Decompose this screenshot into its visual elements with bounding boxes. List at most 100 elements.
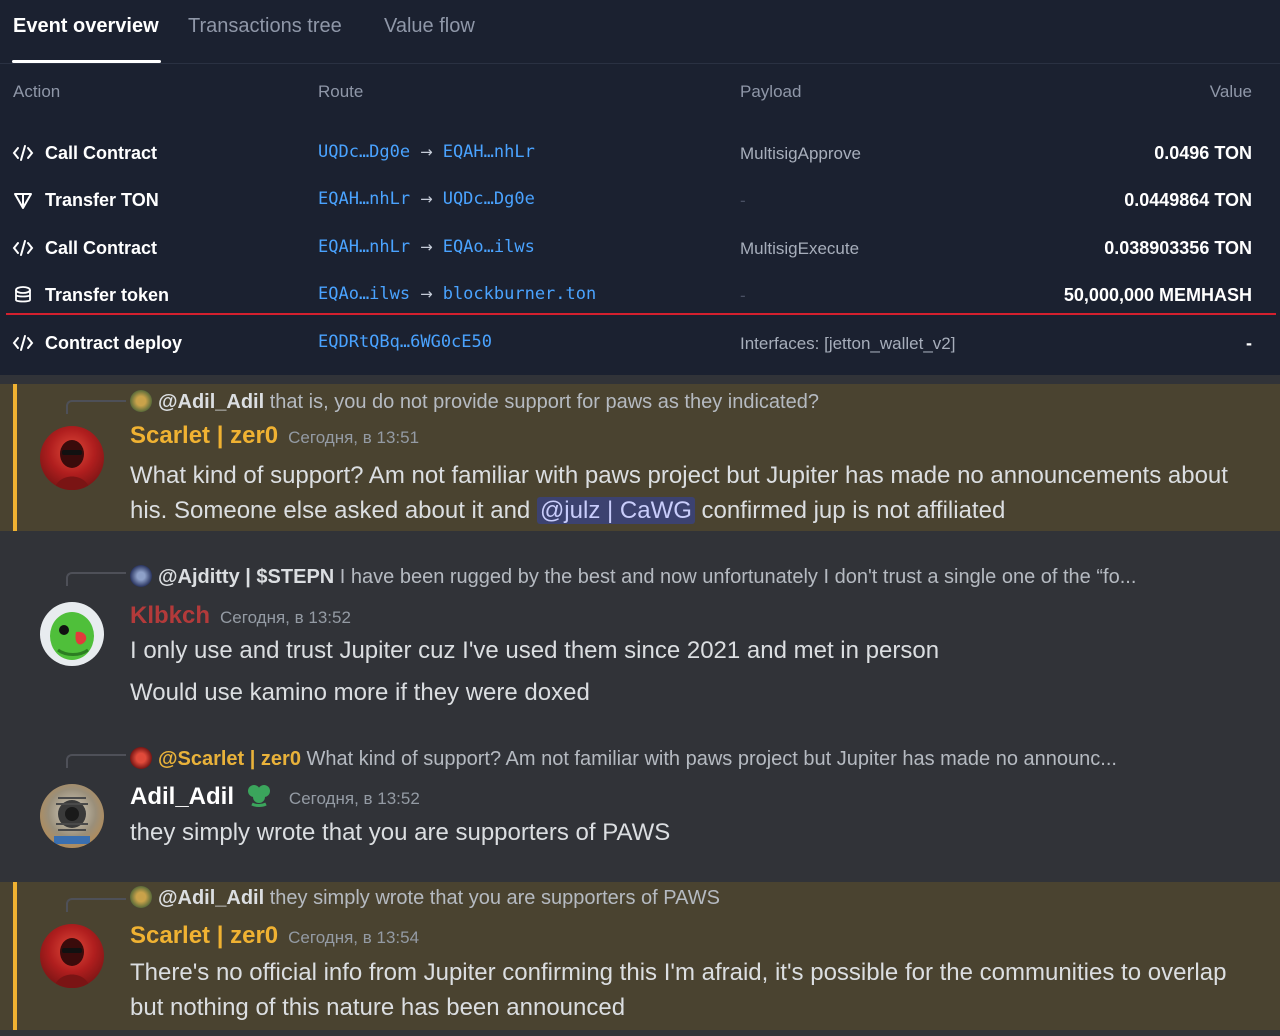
chat-message[interactable]: @Scarlet | zer0 What kind of support? Am… (0, 742, 1280, 862)
route-from-address[interactable]: EQDRtQBq…6WG0cE50 (318, 332, 492, 352)
message-text: What kind of support? Am not familiar wi… (130, 458, 1240, 528)
avatar[interactable] (40, 602, 104, 666)
active-tab-indicator (12, 60, 161, 63)
code-icon (12, 240, 34, 256)
tab-event-overview[interactable]: Event overview (13, 15, 159, 38)
route-to-address[interactable]: UQDc…Dg0e (443, 189, 535, 209)
message-text-part: confirmed jup is not affiliated (694, 497, 1006, 524)
value-amount: - (1246, 333, 1252, 353)
reply-text: they simply wrote that you are supporter… (269, 887, 720, 909)
action-label: Call Contract (45, 238, 158, 258)
route: UQDc…Dg0e → EQAH…nhLr (318, 142, 535, 162)
parrot-avatar-icon (50, 612, 94, 660)
author-name[interactable]: Klbkch (130, 602, 210, 629)
action-label: Transfer TON (45, 190, 159, 210)
action-label: Call Contract (45, 143, 158, 163)
ton-icon (14, 193, 32, 209)
avatar[interactable] (40, 924, 104, 988)
code-icon (12, 145, 34, 161)
author-name[interactable]: Adil_Adil (130, 783, 234, 810)
reply-preview[interactable]: @Adil_Adil they simply wrote that you ar… (130, 886, 1210, 910)
message-header: Klbkch Сегодня, в 13:52 (130, 602, 351, 630)
route-from-address[interactable]: EQAH…nhLr (318, 189, 410, 209)
avatar-image-icon (54, 938, 90, 988)
reply-connector (66, 754, 126, 768)
table-row[interactable]: Contract deploy EQDRtQBq…6WG0cE50 Interf… (0, 320, 1280, 367)
route: EQAo…ilws → blockburner.ton (318, 284, 596, 304)
tab-bar: Event overview Transactions tree Value f… (0, 0, 1280, 64)
reply-avatar-icon (130, 747, 152, 769)
arrow-right-icon: → (420, 190, 433, 208)
reply-text: What kind of support? Am not familiar wi… (306, 748, 1117, 770)
tab-transactions-tree[interactable]: Transactions tree (188, 15, 342, 38)
reply-preview[interactable]: @Ajditty | $STEPN I have been rugged by … (130, 565, 1210, 589)
coins-icon (15, 286, 31, 303)
reply-text: I have been rugged by the best and now u… (339, 566, 1137, 588)
author-name[interactable]: Scarlet | zer0 (130, 422, 278, 449)
column-header-payload: Payload (740, 82, 802, 101)
avatar[interactable] (40, 426, 104, 490)
reply-connector (66, 400, 126, 414)
route: EQAH…nhLr → UQDc…Dg0e (318, 189, 535, 209)
chat-message[interactable]: @Adil_Adil they simply wrote that you ar… (0, 882, 1280, 1030)
payload-text: MultisigExecute (740, 239, 860, 258)
route: EQDRtQBq…6WG0cE50 (318, 332, 492, 352)
table-row[interactable]: Transfer TON EQAH…nhLr → UQDc…Dg0e - 0.044… (0, 177, 1280, 224)
route-to-address[interactable]: blockburner.ton (443, 284, 597, 304)
value-amount: 0.0449864 TON (1124, 190, 1252, 210)
reply-connector (66, 572, 126, 586)
column-header-action: Action (13, 82, 61, 101)
route-from-address[interactable]: EQAo…ilws (318, 284, 410, 304)
message-timestamp: Сегодня, в 13:52 (220, 608, 351, 627)
payload-text: - (740, 286, 746, 305)
mention-highlight-bar (13, 384, 17, 531)
reply-mention[interactable]: @Ajditty | $STEPN (158, 566, 334, 588)
column-header-route: Route (318, 82, 364, 101)
reply-mention[interactable]: @Adil_Adil (158, 391, 264, 413)
column-header-value: Value (1209, 82, 1252, 101)
value-amount: 0.0496 TON (1154, 143, 1252, 163)
message-header: Scarlet | zer0 Сегодня, в 13:54 (130, 922, 419, 950)
route-to-address[interactable]: EQAo…ilws (443, 237, 535, 257)
reply-preview[interactable]: @Adil_Adil that is, you do not provide s… (130, 390, 1210, 414)
user-mention[interactable]: @julz | CaWG (536, 497, 695, 524)
reply-preview[interactable]: @Scarlet | zer0 What kind of support? Am… (130, 747, 1210, 771)
message-timestamp: Сегодня, в 13:54 (288, 928, 420, 947)
reply-mention[interactable]: @Scarlet | zer0 (158, 748, 301, 770)
leaf-badge-icon (248, 785, 271, 807)
red-underline-marker (6, 313, 1276, 315)
route-from-address[interactable]: EQAH…nhLr (318, 237, 410, 257)
code-icon (12, 335, 34, 351)
reply-avatar-icon (130, 390, 152, 412)
avatar-image-icon (54, 797, 90, 844)
message-text: Would use kamino more if they were doxed (130, 679, 590, 706)
arrow-right-icon: → (420, 238, 433, 256)
reply-mention[interactable]: @Adil_Adil (158, 887, 264, 909)
avatar[interactable] (40, 784, 104, 848)
table-row[interactable]: Call Contract UQDc…Dg0e → EQAH…nhLr Multis… (0, 130, 1280, 177)
arrow-right-icon: → (420, 285, 433, 303)
route-to-address[interactable]: EQAH…nhLr (443, 142, 535, 162)
tab-value-flow[interactable]: Value flow (384, 15, 475, 38)
message-timestamp: Сегодня, в 13:51 (288, 428, 420, 447)
route-from-address[interactable]: UQDc…Dg0e (318, 142, 410, 162)
value-amount: 50,000,000 MEMHASH (1063, 285, 1252, 305)
payload-text: - (740, 191, 746, 210)
message-timestamp: Сегодня, в 13:52 (288, 789, 420, 808)
table-row[interactable]: Transfer token EQAo…ilws → blockburner.ton… (0, 272, 1280, 319)
author-name[interactable]: Scarlet | zer0 (130, 922, 278, 949)
action-label: Contract deploy (45, 333, 183, 353)
message-text: I only use and trust Jupiter cuz I've us… (130, 637, 940, 664)
chat-message[interactable]: @Ajditty | $STEPN I have been rugged by … (0, 560, 1280, 720)
action-label: Transfer token (45, 285, 170, 305)
mention-highlight-bar (13, 882, 17, 1030)
message-text: they simply wrote that you are supporter… (130, 819, 671, 846)
route: EQAH…nhLr → EQAo…ilws (318, 237, 535, 257)
value-amount: 0.038903356 TON (1104, 238, 1252, 258)
message-header: Adil_Adil Сегодня, в 13:52 (130, 782, 420, 811)
arrow-right-icon: → (420, 143, 433, 161)
payload-text: Interfaces: [jetton_wallet_v2] (740, 334, 956, 353)
chat-message[interactable]: @Adil_Adil that is, you do not provide s… (0, 384, 1280, 531)
reply-text: that is, you do not provide support for … (269, 391, 819, 413)
table-row[interactable]: Call Contract EQAH…nhLr → EQAo…ilws Multis… (0, 225, 1280, 272)
